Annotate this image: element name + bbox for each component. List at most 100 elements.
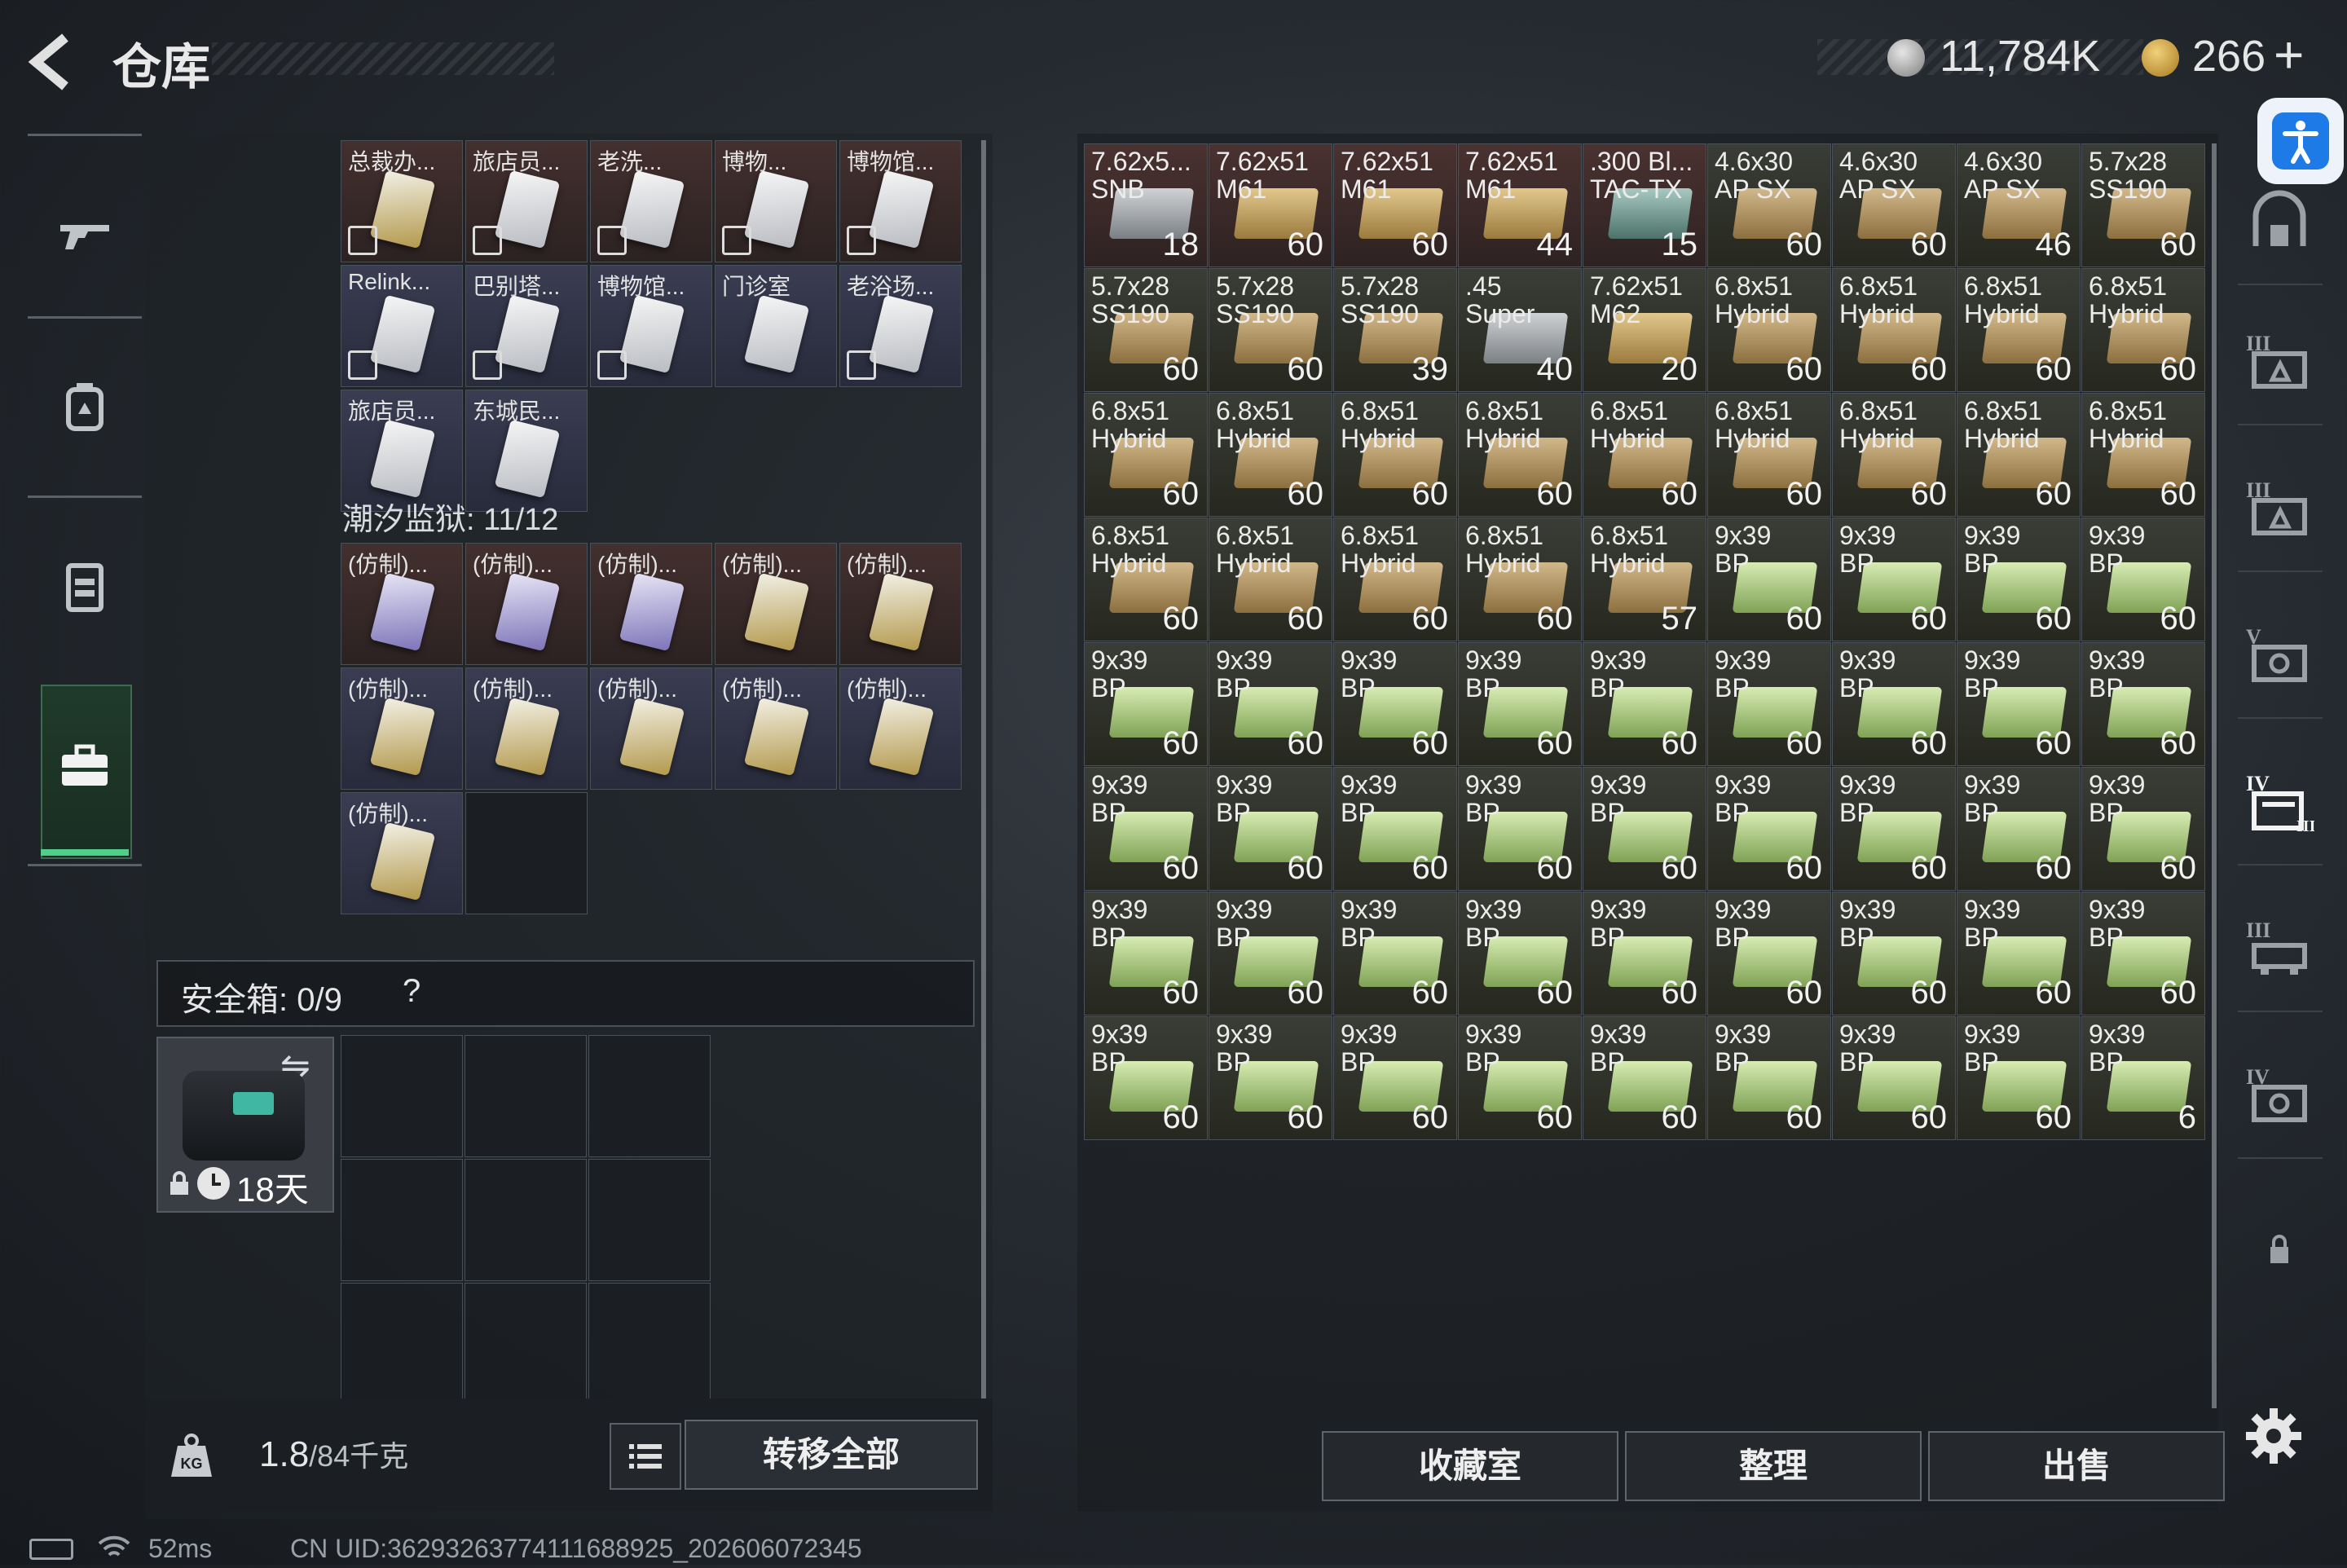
ammo-item[interactable]: 9x39 BP 60 xyxy=(1832,1016,1956,1140)
storage-tab-3a-icon[interactable]: III xyxy=(2244,326,2314,396)
ammo-item[interactable]: 9x39 BP 60 xyxy=(1084,1016,1208,1140)
ammo-item[interactable]: 7.62x51 M61 60 xyxy=(1209,143,1332,267)
safe-slot[interactable] xyxy=(588,1159,711,1281)
ammo-item[interactable]: 6.8x51 Hybrid 60 xyxy=(1333,393,1457,517)
keycard-item[interactable]: Relink... xyxy=(341,265,463,387)
ammo-item[interactable]: 9x39 BP 60 xyxy=(1209,892,1332,1015)
empty-slot[interactable] xyxy=(465,792,588,914)
ammo-item[interactable]: 6.8x51 Hybrid 60 xyxy=(1084,393,1208,517)
ammo-item[interactable]: 6.8x51 Hybrid 57 xyxy=(1583,518,1706,641)
ammo-item[interactable]: 6.8x51 Hybrid 60 xyxy=(1209,393,1332,517)
replica-keycard-item[interactable]: (仿制)... xyxy=(590,667,712,790)
replica-keycard-item[interactable]: (仿制)... xyxy=(839,543,962,665)
ammo-item[interactable]: 9x39 BP 60 xyxy=(1333,767,1457,891)
replica-keycard-item[interactable]: (仿制)... xyxy=(590,543,712,665)
ammo-item[interactable]: 4.6x30 AP SX 60 xyxy=(1832,143,1956,267)
ammo-item[interactable]: 7.62x5... SNB 18 xyxy=(1084,143,1208,267)
ammo-item[interactable]: 7.62x51 M61 60 xyxy=(1333,143,1457,267)
ammo-item[interactable]: 9x39 BP 60 xyxy=(1583,767,1706,891)
transfer-all-button[interactable]: 转移全部 xyxy=(685,1420,978,1490)
ammo-item[interactable]: 5.7x28 SS190 60 xyxy=(2081,143,2205,267)
ammo-item[interactable]: 6.8x51 Hybrid 60 xyxy=(2081,393,2205,517)
accessibility-button[interactable] xyxy=(2257,98,2344,184)
ammo-item[interactable]: 9x39 BP 60 xyxy=(1832,642,1956,766)
keycard-item[interactable]: 老洗... xyxy=(590,140,712,262)
safe-slot[interactable] xyxy=(341,1159,463,1281)
ammo-item[interactable]: .300 Bl... TAC-TX 15 xyxy=(1583,143,1706,267)
storage-tab-5-icon[interactable]: V xyxy=(2244,619,2314,689)
ammo-item[interactable]: 6.8x51 Hybrid 60 xyxy=(1458,518,1582,641)
ammo-item[interactable]: 9x39 BP 60 xyxy=(1957,767,2081,891)
ammo-item[interactable]: 9x39 BP 60 xyxy=(1583,642,1706,766)
ammo-item[interactable]: 6.8x51 Hybrid 60 xyxy=(1333,518,1457,641)
ammo-item[interactable]: 6.8x51 Hybrid 60 xyxy=(1583,393,1706,517)
ammo-item[interactable]: 9x39 BP 60 xyxy=(1333,892,1457,1015)
safe-slot[interactable] xyxy=(465,1283,587,1405)
ammo-item[interactable]: 9x39 BP 60 xyxy=(1707,892,1831,1015)
keycard-item[interactable]: 博物馆... xyxy=(590,265,712,387)
add-currency-button[interactable]: + xyxy=(2274,24,2304,85)
ammo-item[interactable]: 9x39 BP 60 xyxy=(1832,767,1956,891)
replica-keycard-item[interactable]: (仿制)... xyxy=(341,667,463,790)
storage-scrollbar[interactable] xyxy=(2212,143,2217,1408)
container-scrollbar[interactable] xyxy=(981,140,986,1412)
ammo-item[interactable]: 9x39 BP 60 xyxy=(1957,892,2081,1015)
ammo-item[interactable]: 9x39 BP 60 xyxy=(1333,642,1457,766)
storage-home-icon[interactable] xyxy=(2244,189,2314,259)
ammo-item[interactable]: 7.62x51 M62 20 xyxy=(1583,268,1706,392)
ammo-item[interactable]: 9x39 BP 60 xyxy=(1209,767,1332,891)
ammo-item[interactable]: 9x39 BP 60 xyxy=(1707,1016,1831,1140)
replica-keycard-item[interactable]: (仿制)... xyxy=(839,667,962,790)
ammo-item[interactable]: 4.6x30 AP SX 46 xyxy=(1957,143,2081,267)
replica-keycard-item[interactable]: (仿制)... xyxy=(341,792,463,914)
ammo-item[interactable]: 9x39 BP 60 xyxy=(1458,892,1582,1015)
ammo-item[interactable]: 9x39 BP 60 xyxy=(1209,642,1332,766)
ammo-item[interactable]: 9x39 BP 60 xyxy=(2081,892,2205,1015)
sell-button[interactable]: 出售 xyxy=(1928,1431,2225,1501)
ammo-item[interactable]: 9x39 BP 60 xyxy=(1458,642,1582,766)
ammo-item[interactable]: 9x39 BP 60 xyxy=(1707,767,1831,891)
replica-keycard-item[interactable]: (仿制)... xyxy=(341,543,463,665)
list-view-button[interactable] xyxy=(610,1423,681,1490)
help-icon[interactable]: ? xyxy=(403,973,421,1010)
ammo-item[interactable]: 6.8x51 Hybrid 60 xyxy=(1832,393,1956,517)
keycard-item[interactable]: 总裁办... xyxy=(341,140,463,262)
replica-keycard-item[interactable]: (仿制)... xyxy=(715,543,837,665)
safe-slot[interactable] xyxy=(588,1283,711,1405)
safe-slot[interactable] xyxy=(465,1035,587,1157)
keycard-item[interactable]: 旅店员... xyxy=(465,140,588,262)
ammo-item[interactable]: 6.8x51 Hybrid 60 xyxy=(1707,393,1831,517)
rig-icon[interactable] xyxy=(55,557,114,616)
swap-icon[interactable]: ⇋ xyxy=(280,1045,310,1086)
ammo-item[interactable]: 9x39 BP 60 xyxy=(1583,892,1706,1015)
safe-case-item[interactable]: ⇋ 18天 xyxy=(156,1037,334,1213)
ammo-item[interactable]: 9x39 BP 60 xyxy=(1957,642,2081,766)
weapon-icon[interactable] xyxy=(55,204,114,262)
backpack-icon[interactable] xyxy=(55,378,114,437)
replica-keycard-item[interactable]: (仿制)... xyxy=(715,667,837,790)
sort-button[interactable]: 整理 xyxy=(1625,1431,1922,1501)
ammo-item[interactable]: 6.8x51 Hybrid 60 xyxy=(1707,268,1831,392)
ammo-item[interactable]: 6.8x51 Hybrid 60 xyxy=(1957,393,2081,517)
replica-keycard-item[interactable]: (仿制)... xyxy=(465,543,588,665)
ammo-item[interactable]: 9x39 BP 60 xyxy=(1832,892,1956,1015)
safe-slot[interactable] xyxy=(588,1035,711,1157)
ammo-item[interactable]: 9x39 BP 60 xyxy=(1333,1016,1457,1140)
ammo-item[interactable]: 9x39 BP 60 xyxy=(1957,518,2081,641)
ammo-item[interactable]: 5.7x28 SS190 39 xyxy=(1333,268,1457,392)
keycard-item[interactable]: 博物... xyxy=(715,140,837,262)
ammo-item[interactable]: 9x39 BP 60 xyxy=(1458,1016,1582,1140)
ammo-item[interactable]: .45 Super 40 xyxy=(1458,268,1582,392)
ammo-item[interactable]: 6.8x51 Hybrid 60 xyxy=(1458,393,1582,517)
ammo-item[interactable]: 9x39 BP 60 xyxy=(2081,518,2205,641)
keycard-item[interactable]: 巴别塔... xyxy=(465,265,588,387)
ammo-item[interactable]: 9x39 BP 60 xyxy=(1583,1016,1706,1140)
case-icon[interactable] xyxy=(55,737,114,795)
ammo-item[interactable]: 7.62x51 M61 44 xyxy=(1458,143,1582,267)
ammo-item[interactable]: 6.8x51 Hybrid 60 xyxy=(1832,268,1956,392)
ammo-item[interactable]: 9x39 BP 60 xyxy=(1707,518,1831,641)
storage-tab-4-active-icon[interactable]: IV III xyxy=(2244,766,2316,836)
collection-room-button[interactable]: 收藏室 xyxy=(1322,1431,1618,1501)
ammo-item[interactable]: 9x39 BP 60 xyxy=(1707,642,1831,766)
safe-slot[interactable] xyxy=(341,1035,463,1157)
